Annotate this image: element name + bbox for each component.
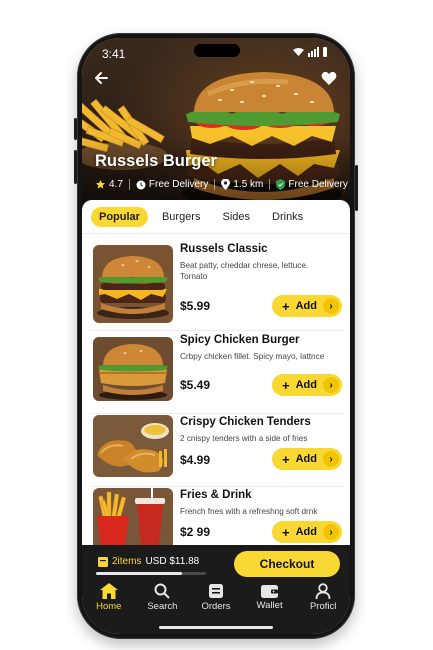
item-description: Crbpy chicken fillet. Spicy mayo, lattnc… [180,352,325,361]
cart-total: USD $11.88 [145,556,200,567]
orders-icon [208,584,223,598]
status-time: 3:41 [102,47,126,61]
plus-icon: + [282,377,290,393]
nav-label: Search [147,601,178,612]
item-price: $2 99 [180,525,211,539]
side-button [74,150,77,184]
star-icon [95,179,106,189]
heart-icon[interactable] [321,71,337,86]
chevron-right-icon: › [323,451,339,467]
item-name: Russels Classic [180,243,268,255]
item-price: $5.49 [180,378,211,392]
plus-icon: + [282,451,290,467]
app-screen: 3:41 Russels Burger 4.7 Free Delivery 1.… [82,38,350,634]
nav-profile[interactable]: Proficl [298,583,348,612]
cart-item-count: 2items [112,556,142,567]
add-button[interactable]: + Add › [272,374,342,396]
location-pin-icon [221,179,231,190]
delivery-label: Free Delivery [148,179,209,190]
wifi-icon [293,48,304,56]
bottom-nav: Home Search Orders Wallet Proficl [82,583,350,612]
distance-value: 1.5 km [233,179,264,190]
tab-burgers[interactable]: Burgers [154,207,209,227]
checkout-button[interactable]: Checkout [234,551,340,577]
menu-item-card[interactable]: Russels Classic Beat patty, cheddar chre… [91,240,344,331]
cart-progress-fill [96,572,182,575]
fries-drink-photo [93,488,173,550]
add-label: Add [295,526,317,538]
delivery-info: Free Delivery [136,179,208,190]
nav-orders[interactable]: Orders [191,583,241,612]
item-price: $4.99 [180,453,211,467]
cart-progress-bar [96,572,206,575]
item-description: French fnes with a refreshng soft drnk [180,507,318,516]
menu-item-card[interactable]: Crispy Chicken Tenders 2 cnispy tenders … [91,413,344,487]
plus-icon: + [282,298,290,314]
free-delivery-text: Free Delivery [288,179,348,190]
nav-search[interactable]: Search [137,583,187,612]
meta-divider [269,179,271,190]
rating-value: 4.7 [109,179,123,190]
restaurant-meta: 4.7 Free Delivery 1.5 km Free Delivery [95,179,348,190]
wallet-icon [261,585,279,598]
item-description: Beat patty, cheddar chrese, lettuce. Tor… [180,261,309,281]
chevron-right-icon: › [323,524,339,540]
cart-summary[interactable]: 2items USD $11.88 [98,556,199,567]
tab-sides[interactable]: Sides [214,207,258,227]
meta-divider [214,179,216,190]
meta-divider [128,179,130,190]
plus-icon: + [282,524,290,540]
item-price: $5.99 [180,299,211,313]
add-button[interactable]: + Add › [272,448,342,470]
home-icon [99,583,118,599]
restaurant-name: Russels Burger [95,152,217,170]
tab-drinks[interactable]: Drinks [264,207,311,227]
shield-icon [276,179,286,190]
tabs-divider [82,233,350,234]
clock-icon [136,180,146,189]
nav-label: Proficl [309,601,337,612]
item-name: Crispy Chicken Tenders [180,416,311,428]
menu-item-card[interactable]: Spicy Chicken Burger Crbpy chicken fille… [91,331,344,414]
item-name: Spicy Chicken Burger [180,334,300,346]
nav-label: Wallet [256,600,283,611]
add-label: Add [295,379,317,391]
side-button [74,118,77,140]
signal-icon [308,47,319,57]
dynamic-island [194,44,240,57]
profile-icon [315,583,331,599]
chevron-right-icon: › [323,298,339,314]
category-tabs: Popular Burgers Sides Drinks [91,207,311,227]
battery-icon [323,47,327,57]
add-button[interactable]: + Add › [272,521,342,543]
item-description: 2 cnispy tenders with a side of fries [180,434,308,443]
add-button[interactable]: + Add › [272,295,342,317]
add-label: Add [295,453,317,465]
nav-home[interactable]: Home [84,583,134,612]
search-icon [154,583,171,599]
chicken-burger-photo [93,337,173,401]
chicken-tenders-photo [93,415,173,477]
side-button [355,165,358,211]
bag-icon [98,556,108,567]
chevron-right-icon: › [323,377,339,393]
rating: 4.7 [95,179,123,190]
item-name: Fries & Drink [180,489,252,501]
back-arrow-icon[interactable] [93,70,109,86]
status-icons [292,47,328,57]
menu-panel: Popular Burgers Sides Drinks Russels Cla… [82,200,350,584]
nav-label: Home [96,601,122,612]
burger-photo [93,245,173,323]
nav-wallet[interactable]: Wallet [245,583,295,612]
add-label: Add [295,300,317,312]
nav-label: Orders [201,601,231,612]
home-indicator [159,626,273,629]
cart-bar: 2items USD $11.88 Checkout Home Search O… [82,545,350,634]
free-delivery-badge: Free Delivery [276,179,348,190]
tab-popular[interactable]: Popular [91,207,148,227]
distance-info: 1.5 km [221,179,263,190]
